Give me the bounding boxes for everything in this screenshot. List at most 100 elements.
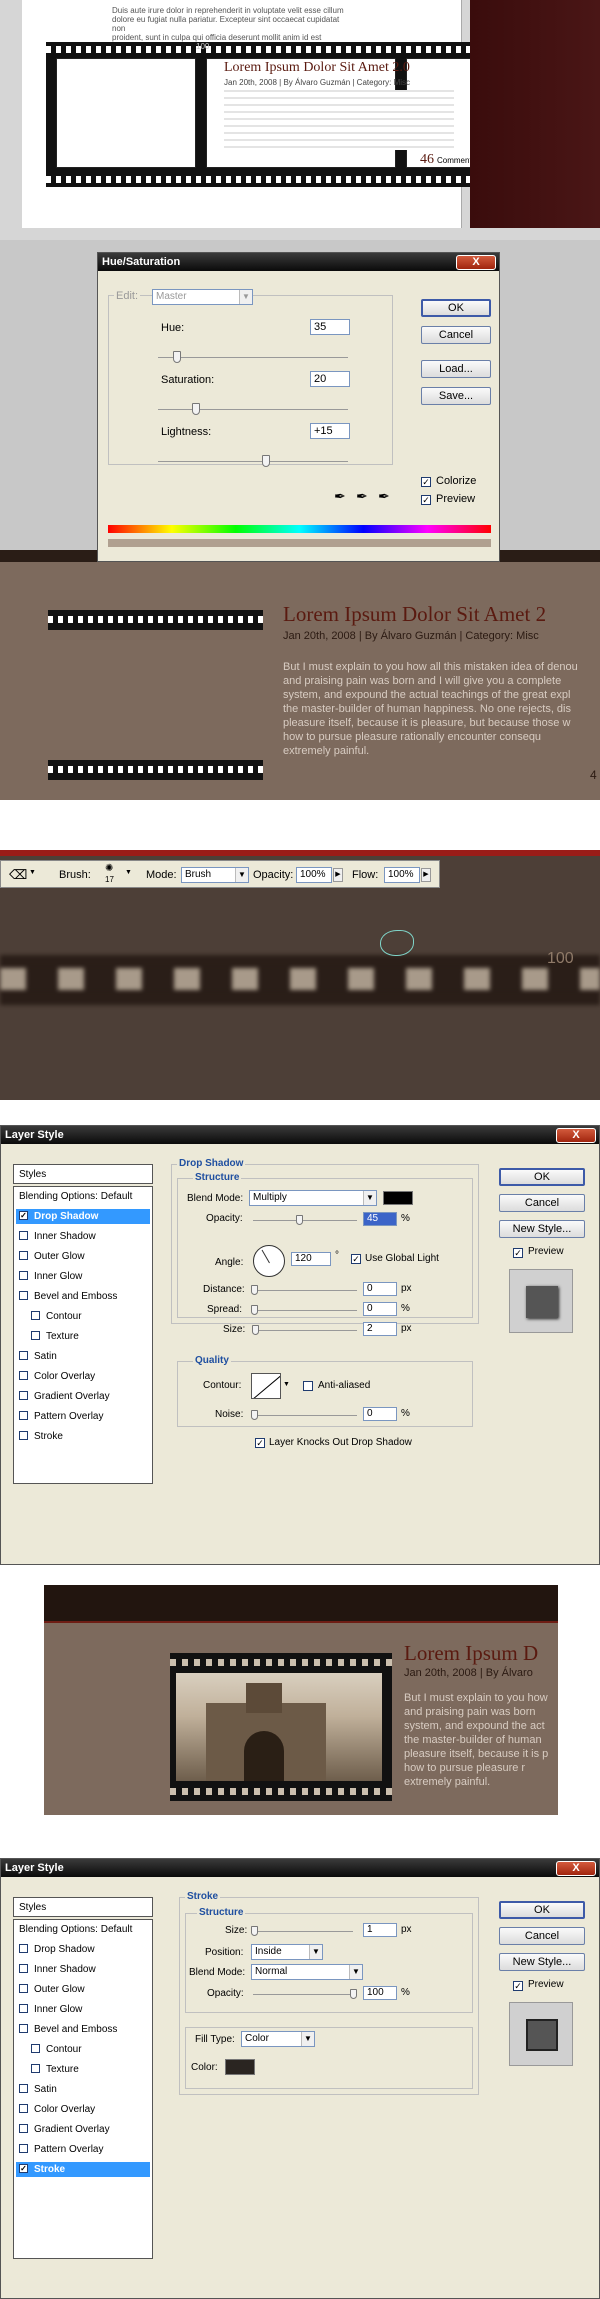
style-item-color-overlay[interactable]: Color Overlay [16,1369,150,1384]
cancel-button[interactable]: Cancel [421,326,491,344]
close-icon[interactable]: X [556,1128,596,1143]
outer-glow-checkbox[interactable] [19,1251,28,1260]
inner-glow-checkbox[interactable] [19,1271,28,1280]
size-slider-thumb[interactable] [251,1926,258,1936]
style-item-color-overlay[interactable]: Color Overlay [16,2102,150,2117]
fill-type-select[interactable]: Color ▼ [241,2031,315,2047]
size-field[interactable]: 2 [363,1322,397,1336]
inner-shadow-checkbox[interactable] [19,1231,28,1240]
drop-shadow-checkbox[interactable] [19,1944,28,1953]
stroke-color-swatch[interactable] [225,2059,255,2075]
angle-field[interactable]: 120 [291,1252,331,1266]
style-item-pattern-overlay[interactable]: Pattern Overlay [16,2142,150,2157]
preview-checkbox[interactable]: ✓ [513,1248,523,1258]
style-item-stroke[interactable]: ✓ Stroke [16,2162,150,2177]
close-icon[interactable]: X [556,1861,596,1876]
save-button[interactable]: Save... [421,387,491,405]
outer-glow-checkbox[interactable] [19,1984,28,1993]
noise-slider-thumb[interactable] [251,1410,258,1420]
style-item-bevel-and-emboss[interactable]: Bevel and Emboss [16,2022,150,2037]
eyedropper-minus-icon[interactable]: ✒ [378,488,390,505]
stroke-checkbox[interactable] [19,1431,28,1440]
opacity-slider-track[interactable] [253,1220,357,1221]
chevron-down-icon[interactable]: ▼ [29,869,36,876]
edit-select[interactable]: Master ▼ [152,289,253,305]
stroke-checkbox[interactable]: ✓ [19,2164,28,2173]
opacity-field[interactable]: 100 [363,1986,397,2000]
pattern-overlay-checkbox[interactable] [19,2144,28,2153]
eyedropper-icon[interactable]: ✒ [334,488,346,505]
noise-slider-track[interactable] [253,1415,357,1416]
comments-count[interactable]: 46 [420,152,434,168]
style-item-pattern-overlay[interactable]: Pattern Overlay [16,1409,150,1424]
new-style-button[interactable]: New Style... [499,1953,585,1971]
style-item-inner-shadow[interactable]: Inner Shadow [16,1229,150,1244]
style-item-outer-glow[interactable]: Outer Glow [16,1249,150,1264]
opacity-field[interactable]: 100% [296,867,332,883]
distance-field[interactable]: 0 [363,1282,397,1296]
style-item-texture[interactable]: Texture [16,2062,150,2077]
blending-options-item[interactable]: Blending Options: Default [16,1189,150,1204]
spread-slider-track[interactable] [253,1310,357,1311]
size-field[interactable]: 1 [363,1923,397,1937]
opacity-arrow-icon[interactable]: ▶ [333,868,343,882]
ok-button[interactable]: OK [499,1168,585,1186]
opacity-slider-track[interactable] [253,1994,353,1995]
styles-header[interactable]: Styles [13,1164,153,1184]
post-title[interactable]: Lorem Ipsum Dolor Sit Amet 2 [283,602,546,627]
bevel-and-emboss-checkbox[interactable] [19,1291,28,1300]
texture-checkbox[interactable] [31,1331,40,1340]
texture-checkbox[interactable] [31,2064,40,2073]
lightness-slider-track[interactable] [158,461,348,462]
style-item-gradient-overlay[interactable]: Gradient Overlay [16,2122,150,2137]
size-slider-track[interactable] [253,1330,357,1331]
saturation-slider-track[interactable] [158,409,348,410]
hue-slider-thumb[interactable] [173,351,181,363]
anti-aliased-checkbox[interactable] [303,1381,313,1391]
knocks-out-checkbox[interactable]: ✓ [255,1438,265,1448]
styles-header[interactable]: Styles [13,1897,153,1917]
style-item-satin[interactable]: Satin [16,2082,150,2097]
eraser-icon[interactable]: ⌫ [9,867,27,883]
contour-checkbox[interactable] [31,2044,40,2053]
size-slider-thumb[interactable] [252,1325,259,1335]
flow-arrow-icon[interactable]: ▶ [421,868,431,882]
gradient-overlay-checkbox[interactable] [19,2124,28,2133]
saturation-slider-thumb[interactable] [192,403,200,415]
post-title[interactable]: Lorem Ipsum D [404,1641,538,1666]
style-item-drop-shadow[interactable]: Drop Shadow [16,1942,150,1957]
style-item-texture[interactable]: Texture [16,1329,150,1344]
contour-checkbox[interactable] [31,1311,40,1320]
style-item-drop-shadow[interactable]: ✓ Drop Shadow [16,1209,150,1224]
preview-checkbox[interactable]: ✓ [513,1981,523,1991]
cancel-button[interactable]: Cancel [499,1927,585,1945]
style-item-bevel-and-emboss[interactable]: Bevel and Emboss [16,1289,150,1304]
preview-checkbox[interactable]: ✓ [421,495,431,505]
size-slider-track[interactable] [253,1931,353,1932]
satin-checkbox[interactable] [19,2084,28,2093]
contour-curve-icon[interactable] [251,1373,281,1399]
opacity-slider-thumb[interactable] [295,1215,303,1225]
style-item-inner-glow[interactable]: Inner Glow [16,2002,150,2017]
satin-checkbox[interactable] [19,1351,28,1360]
chevron-down-icon[interactable]: ▼ [125,869,132,876]
style-item-contour[interactable]: Contour [16,1309,150,1324]
colorize-checkbox[interactable]: ✓ [421,477,431,487]
pattern-overlay-checkbox[interactable] [19,1411,28,1420]
lightness-slider-thumb[interactable] [262,455,271,467]
new-style-button[interactable]: New Style... [499,1220,585,1238]
shadow-color-swatch[interactable] [383,1191,413,1205]
angle-dial-icon[interactable] [253,1245,285,1277]
cancel-button[interactable]: Cancel [499,1194,585,1212]
hue-slider-track[interactable] [158,357,348,358]
opacity-field[interactable]: 45 [363,1212,397,1226]
color-overlay-checkbox[interactable] [19,2104,28,2113]
style-item-satin[interactable]: Satin [16,1349,150,1364]
style-item-gradient-overlay[interactable]: Gradient Overlay [16,1389,150,1404]
inner-glow-checkbox[interactable] [19,2004,28,2013]
position-select[interactable]: Inside ▼ [251,1944,323,1960]
spread-slider-thumb[interactable] [251,1305,258,1315]
spread-field[interactable]: 0 [363,1302,397,1316]
blending-options-item[interactable]: Blending Options: Default [16,1922,150,1937]
load-button[interactable]: Load... [421,360,491,378]
